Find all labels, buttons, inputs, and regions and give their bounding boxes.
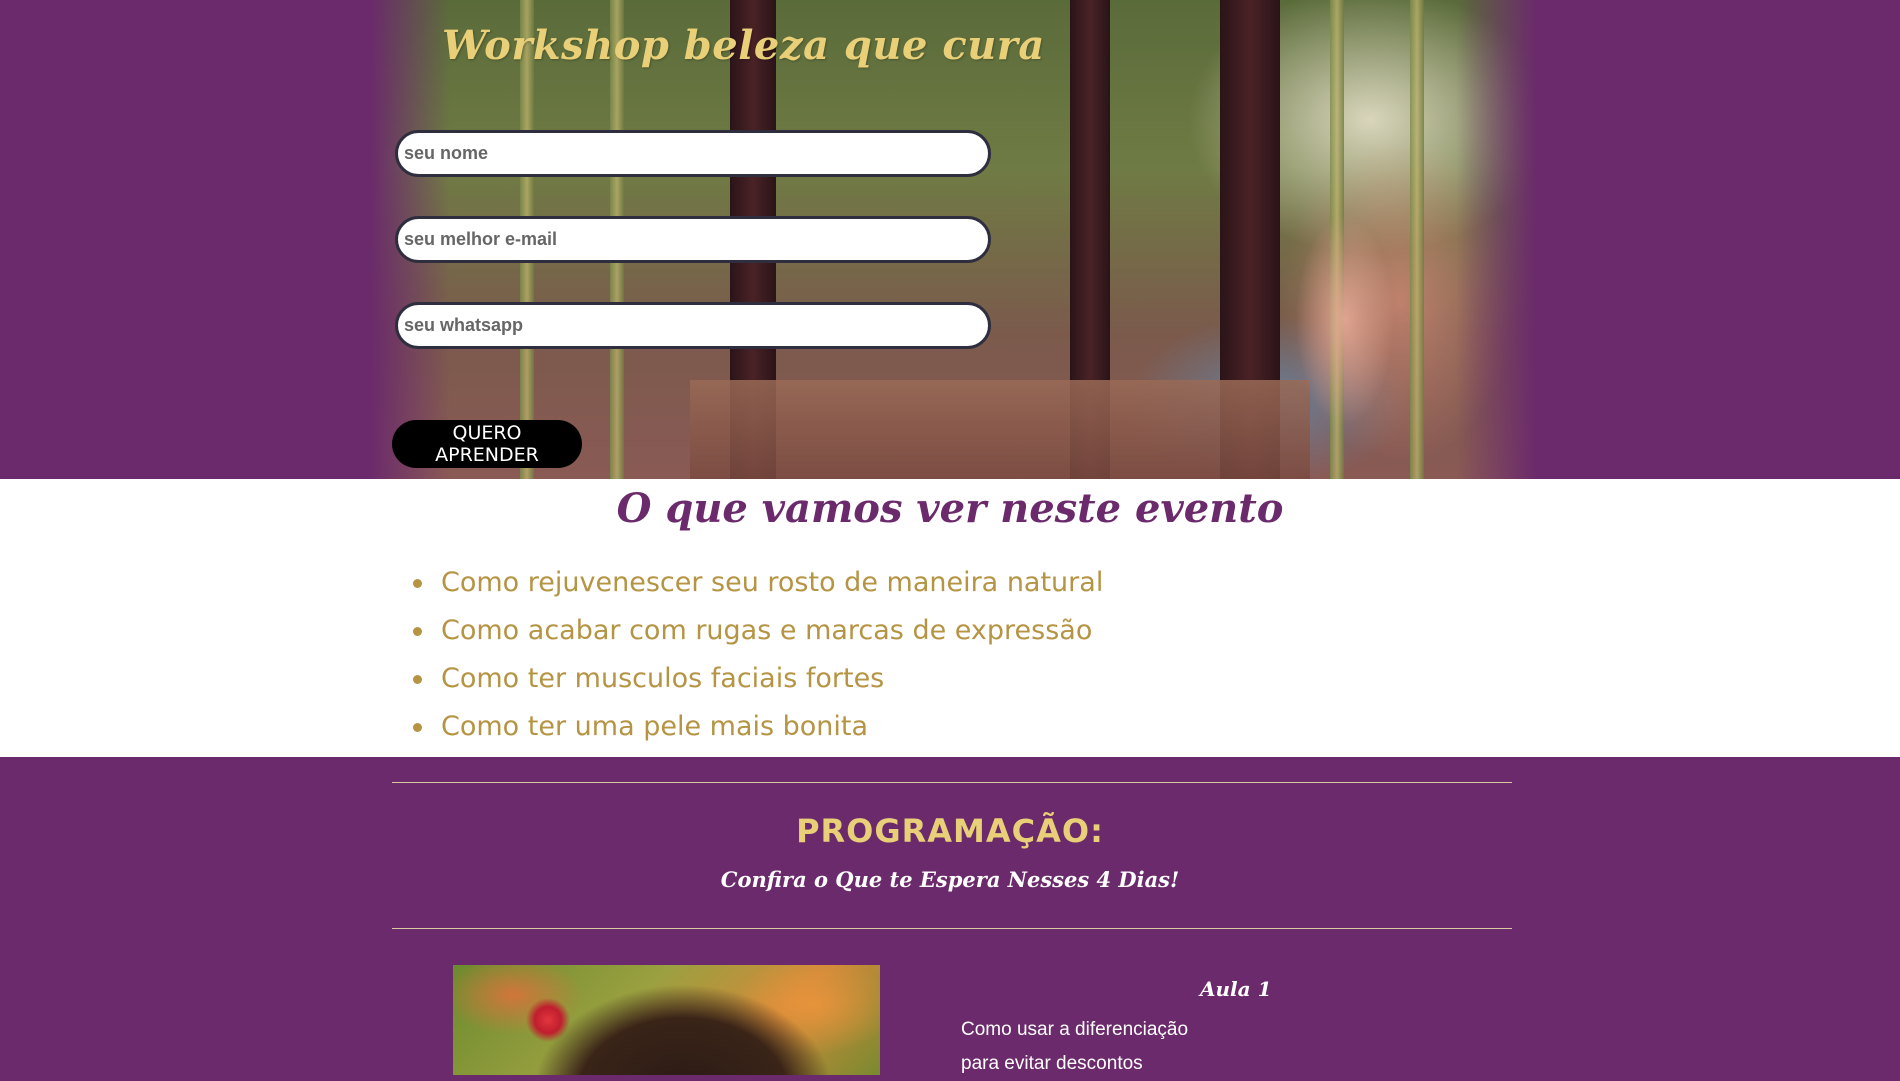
bullet-icon [413, 627, 422, 636]
lesson-description: Como usar a diferenciação para evitar de… [961, 1013, 1261, 1081]
submit-button[interactable]: QUERO APRENDER [392, 420, 582, 468]
topic-list: Como rejuvenescer seu rosto de maneira n… [396, 559, 1103, 751]
lesson-description-line: Como usar a diferenciação [961, 1019, 1189, 1040]
list-item: Como ter uma pele mais bonita [396, 703, 1103, 751]
list-item: Como acabar com rugas e marcas de expres… [396, 607, 1103, 655]
program-title: PROGRAMAÇÃO: [796, 812, 1104, 850]
topic-text: Como rejuvenescer seu rosto de maneira n… [441, 567, 1104, 598]
hero-section: Workshop beleza que cura QUERO APRENDER [0, 0, 1900, 479]
bullet-icon [413, 675, 422, 684]
lesson-description-line: para evitar descontos [961, 1053, 1143, 1074]
program-subtitle: Confira o Que te Espera Nesses 4 Dias! [720, 867, 1180, 892]
list-item: Como ter musculos faciais fortes [396, 655, 1103, 703]
bullet-icon [413, 579, 422, 588]
topic-text: Como ter musculos faciais fortes [441, 663, 885, 694]
lesson-photo [453, 965, 880, 1075]
topic-text: Como ter uma pele mais bonita [441, 711, 869, 742]
topic-text: Como acabar com rugas e marcas de expres… [441, 615, 1093, 646]
bullet-icon [413, 723, 422, 732]
email-field[interactable] [395, 216, 991, 263]
name-field[interactable] [395, 130, 991, 177]
list-item: Como rejuvenescer seu rosto de maneira n… [396, 559, 1103, 607]
whatsapp-field[interactable] [395, 302, 991, 349]
program-section: PROGRAMAÇÃO: Confira o Que te Espera Nes… [0, 757, 1900, 1075]
topics-section: O que vamos ver neste evento Como rejuve… [0, 479, 1900, 757]
lesson-label: Aula 1 [1200, 977, 1272, 1001]
divider-bottom [392, 928, 1512, 929]
divider-top [392, 782, 1512, 783]
topics-heading: O que vamos ver neste evento [616, 485, 1284, 532]
wooden-deck [690, 380, 1310, 479]
photo-fade-right [1456, 0, 1536, 479]
yoga-woman-figure [1270, 170, 1420, 479]
hero-title: Workshop beleza que cura [442, 22, 1045, 69]
